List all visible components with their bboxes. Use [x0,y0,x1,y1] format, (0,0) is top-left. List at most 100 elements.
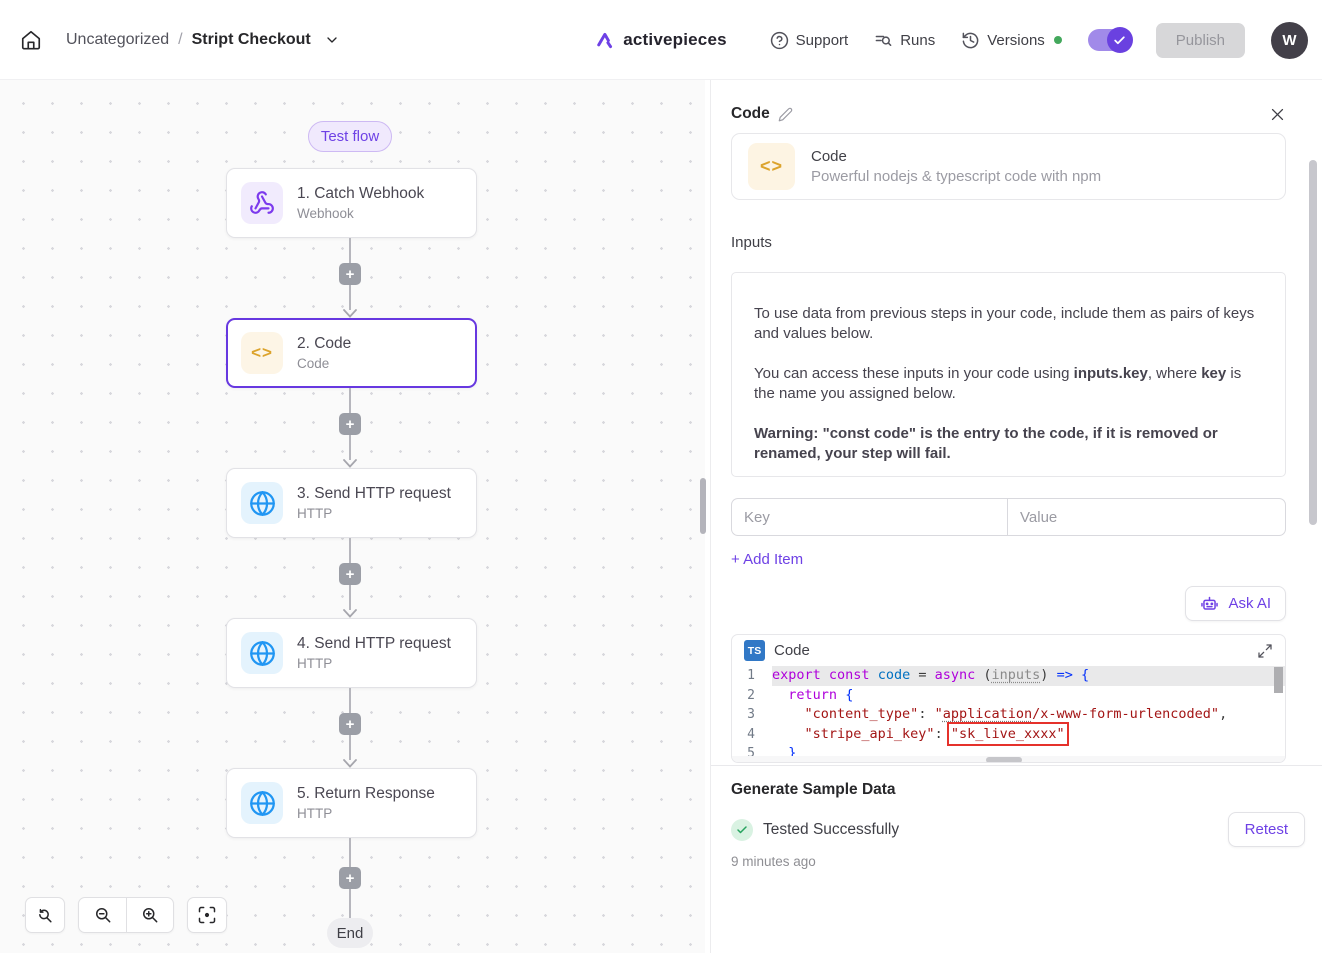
canvas-scrollbar[interactable] [700,478,706,534]
activepieces-logo-icon [595,30,616,51]
code-editor-title: Code [774,642,810,659]
brand-logo-text: activepieces [623,30,727,50]
arrow-down-icon [342,609,358,618]
node-title: 1. Catch Webhook [297,185,424,203]
arrow-down-icon [342,759,358,768]
edit-name-button[interactable] [778,107,793,122]
piece-name: Code [811,148,1101,165]
code-editor-header: TS Code [732,635,1285,666]
inputs-info-box: To use data from previous steps in your … [731,272,1286,477]
runs-label: Runs [900,32,935,49]
flow-node-code[interactable]: <> 2. Code Code [226,318,477,388]
globe-icon [241,632,283,674]
piece-info-card: <> Code Powerful nodejs & typescript cod… [731,133,1286,200]
canvas-controls [25,897,227,933]
history-icon [961,31,980,50]
test-timestamp: 9 minutes ago [731,854,1302,869]
add-step-button[interactable]: + [339,867,361,889]
runs-icon [874,31,893,50]
piece-description: Powerful nodejs & typescript code with n… [811,168,1101,185]
flow-end-badge: End [327,918,373,948]
key-input[interactable] [731,498,1007,536]
panel-title: Code [731,105,770,123]
code-line: 1export const code = async (inputs) => { [732,666,1285,686]
panel-scrollbar[interactable] [1309,160,1317,525]
arrow-down-icon [342,309,358,318]
code-editor-body[interactable]: 1export const code = async (inputs) => {… [732,666,1285,763]
zoom-in-button[interactable] [126,897,173,933]
input-pair-row [731,498,1286,536]
flow-node-http-4[interactable]: 4. Send HTTP request HTTP [226,618,477,688]
test-flow-button[interactable]: Test flow [308,121,392,152]
info-paragraph-1: To use data from previous steps in your … [754,304,1263,344]
zoom-out-button[interactable] [79,897,126,933]
node-subtitle: Webhook [297,206,424,221]
info-warning: Warning: "const code" is the entry to th… [754,424,1263,464]
close-panel-button[interactable] [1269,106,1286,123]
globe-icon [241,782,283,824]
code-line: 3 "content_type": "application/x-www-for… [732,705,1285,725]
robot-icon [1200,594,1219,613]
add-step-button[interactable]: + [339,563,361,585]
flow-canvas[interactable]: Test flow 1. Catch Webhook Webhook + <> … [0,80,705,953]
breadcrumb-category[interactable]: Uncategorized [66,31,169,49]
annotation-highlight-box: "sk_live_xxxx" [951,726,1065,742]
code-icon: <> [241,332,283,374]
node-subtitle: Code [297,356,351,371]
inputs-heading: Inputs [731,234,1286,251]
code-editor-card: TS Code 1export const code = async (inpu… [731,634,1286,763]
node-title: 3. Send HTTP request [297,485,451,503]
flow-node-http-3[interactable]: 3. Send HTTP request HTTP [226,468,477,538]
code-line: 4 "stripe_api_key": "sk_live_xxxx" [732,725,1285,745]
value-input[interactable] [1007,498,1286,536]
zoom-in-icon [140,905,160,925]
close-icon [1269,106,1286,123]
flow-menu-button[interactable] [324,32,340,48]
add-step-button[interactable]: + [339,413,361,435]
sample-data-heading: Generate Sample Data [731,781,1302,799]
app-root: Uncategorized / Stript Checkout activepi… [0,0,1322,953]
add-item-link[interactable]: + Add Item [731,551,821,568]
ask-ai-button[interactable]: Ask AI [1185,586,1286,621]
retest-button[interactable]: Retest [1228,812,1305,847]
typescript-icon: TS [744,640,765,661]
home-button[interactable] [14,23,48,57]
expand-code-button[interactable] [1257,643,1273,659]
support-button[interactable]: Support [770,31,849,50]
chevron-down-icon [324,32,340,48]
fit-view-button[interactable] [187,897,227,933]
flow-enabled-toggle[interactable] [1088,29,1130,51]
zoom-reset-button[interactable] [25,897,65,933]
code-lines: 1export const code = async (inputs) => {… [732,666,1285,763]
node-subtitle: HTTP [297,506,451,521]
breadcrumb-separator: / [178,31,182,49]
breadcrumb: Uncategorized / Stript Checkout [66,31,340,49]
connector: + [339,538,361,618]
add-step-button[interactable]: + [339,713,361,735]
success-check-icon [731,819,753,841]
support-label: Support [796,32,849,49]
runs-button[interactable]: Runs [874,31,935,50]
globe-icon [241,482,283,524]
user-avatar[interactable]: W [1271,22,1308,59]
arrow-down-icon [342,459,358,468]
zoom-reset-icon [35,905,55,925]
add-step-button[interactable]: + [339,263,361,285]
flow-node-return-response[interactable]: 5. Return Response HTTP [226,768,477,838]
publish-button[interactable]: Publish [1156,23,1245,58]
node-title: 4. Send HTTP request [297,635,451,653]
generate-sample-data-section: Generate Sample Data Tested Successfully… [711,765,1322,869]
flow-node-catch-webhook[interactable]: 1. Catch Webhook Webhook [226,168,477,238]
code-vertical-scrollbar[interactable] [1274,667,1283,693]
connector: + [339,238,361,318]
help-circle-icon [770,31,789,50]
step-settings-panel: Code <> Code Powerful nodejs & typescrip… [710,80,1322,953]
code-horizontal-scrollbar[interactable] [732,756,1285,763]
webhook-icon [241,182,283,224]
versions-status-dot [1054,36,1062,44]
breadcrumb-flow-name[interactable]: Stript Checkout [192,31,311,49]
node-title: 2. Code [297,335,351,353]
test-status-label: Tested Successfully [763,821,899,839]
code-line: 2 return { [732,686,1285,706]
versions-button[interactable]: Versions [961,31,1062,50]
